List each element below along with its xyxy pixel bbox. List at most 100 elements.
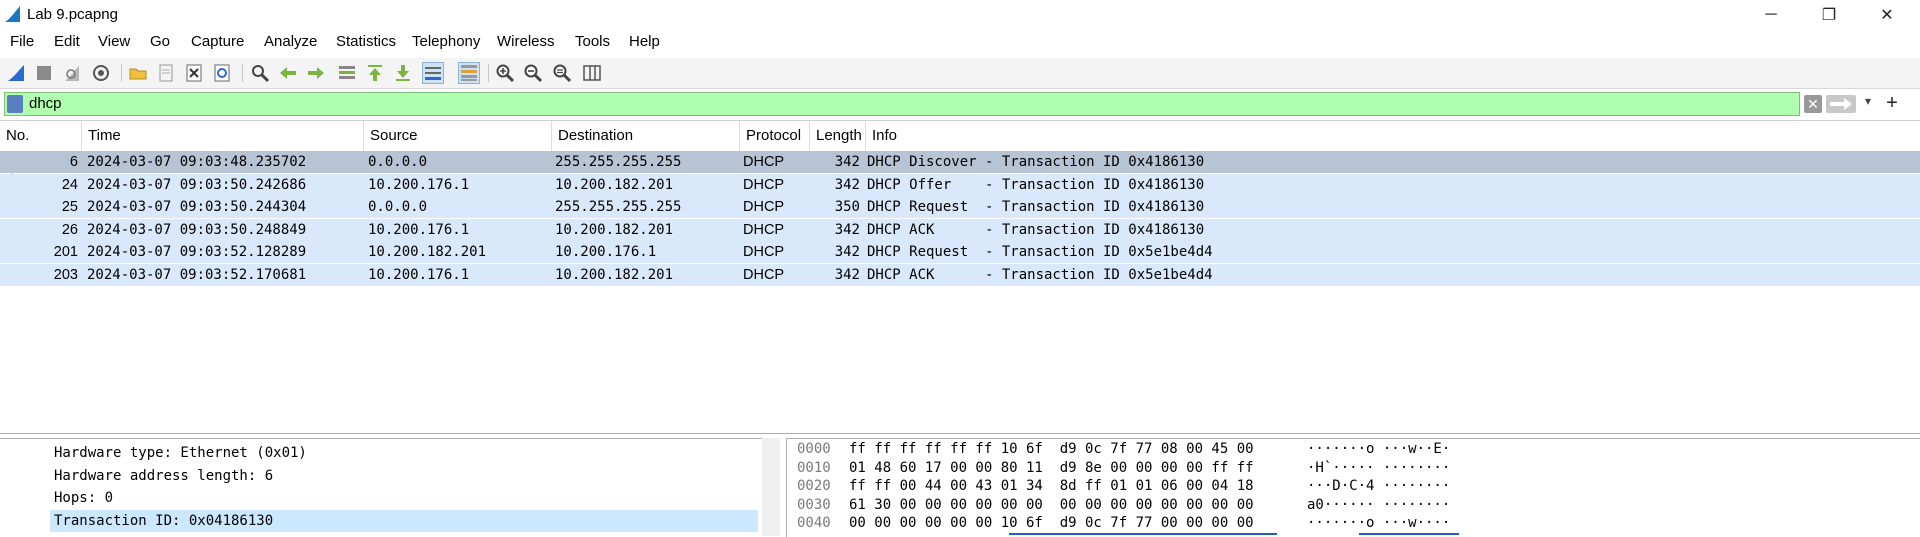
close-file-icon[interactable] bbox=[183, 62, 205, 84]
detail-field[interactable]: Hops: 0 bbox=[54, 487, 113, 509]
cell-info: DHCP ACK - Transaction ID 0x4186130 bbox=[867, 221, 1205, 238]
cell-destination: 255.255.255.255 bbox=[555, 154, 682, 170]
cell-time: 2024-03-07 09:03:52.128289 bbox=[87, 244, 307, 261]
cell-info: DHCP Discover - Transaction ID 0x4186130 bbox=[867, 154, 1205, 170]
reload-file-icon[interactable] bbox=[211, 62, 233, 84]
cell-info: DHCP Offer - Transaction ID 0x4186130 bbox=[867, 176, 1205, 193]
zoom-in-icon[interactable] bbox=[494, 62, 516, 84]
column-header-no[interactable]: No. bbox=[0, 121, 82, 151]
packet-row[interactable]: 203 2024-03-07 09:03:52.170681 10.200.176.… bbox=[0, 264, 1920, 286]
cell-source: 10.200.176.1 bbox=[368, 221, 470, 238]
menu-help[interactable]: Help bbox=[629, 33, 660, 50]
menu-bar: File Edit View Go Capture Analyze Statis… bbox=[0, 30, 1920, 56]
restore-button[interactable]: ❐ bbox=[1800, 0, 1858, 30]
cell-info: DHCP ACK - Transaction ID 0x5e1be4d4 bbox=[867, 267, 1213, 283]
menu-go[interactable]: Go bbox=[150, 33, 170, 50]
cell-length: 342 bbox=[834, 267, 860, 283]
cell-source: 10.200.176.1 bbox=[368, 267, 470, 283]
packet-row[interactable]: 201 2024-03-07 09:03:52.128289 10.200.182.… bbox=[0, 241, 1920, 264]
column-header-length[interactable]: Length bbox=[810, 121, 866, 151]
cell-destination: 10.200.176.1 bbox=[555, 244, 657, 261]
toolbar-separator bbox=[488, 64, 489, 82]
close-window-button[interactable]: ✕ bbox=[1858, 0, 1916, 30]
autoscroll-icon[interactable] bbox=[422, 62, 444, 84]
open-file-icon[interactable] bbox=[127, 62, 149, 84]
filter-apply-button[interactable] bbox=[1826, 95, 1856, 113]
zoom-out-icon[interactable] bbox=[522, 62, 544, 84]
display-filter-input[interactable] bbox=[29, 95, 1729, 112]
cell-destination: 10.200.182.201 bbox=[555, 176, 674, 193]
toolbar-separator bbox=[242, 64, 243, 82]
go-back-icon[interactable] bbox=[277, 62, 299, 84]
cell-length: 342 bbox=[834, 221, 860, 238]
wireshark-fin-icon bbox=[5, 6, 20, 22]
menu-view[interactable]: View bbox=[98, 33, 130, 50]
main-toolbar bbox=[0, 58, 1920, 89]
cell-length: 342 bbox=[834, 176, 860, 193]
cell-length: 350 bbox=[834, 199, 860, 216]
cell-no: 201 bbox=[53, 244, 78, 261]
cell-source: 10.200.176.1 bbox=[368, 176, 470, 193]
menu-capture[interactable]: Capture bbox=[191, 33, 244, 50]
packet-row[interactable]: 26 2024-03-07 09:03:50.248849 10.200.176.1… bbox=[0, 218, 1920, 241]
menu-analyze[interactable]: Analyze bbox=[264, 33, 317, 50]
column-header-protocol[interactable]: Protocol bbox=[740, 121, 810, 151]
cell-destination: 255.255.255.255 bbox=[555, 199, 682, 216]
packet-list: No. Time Source Destination Protocol Len… bbox=[0, 120, 1920, 434]
cell-info: DHCP Request - Transaction ID 0x5e1be4d4 bbox=[867, 244, 1213, 261]
resize-columns-icon[interactable] bbox=[581, 62, 603, 84]
menu-edit[interactable]: Edit bbox=[54, 33, 80, 50]
start-capture-icon[interactable] bbox=[5, 62, 27, 84]
add-filter-button[interactable]: + bbox=[1882, 92, 1902, 114]
minimize-button[interactable]: ─ bbox=[1742, 0, 1800, 30]
save-file-icon[interactable] bbox=[155, 62, 177, 84]
cell-length: 342 bbox=[834, 244, 860, 261]
column-header-time[interactable]: Time bbox=[82, 121, 364, 151]
detail-field[interactable]: Hardware type: Ethernet (0x01) bbox=[54, 442, 307, 464]
go-first-icon[interactable] bbox=[364, 62, 386, 84]
cell-no: 26 bbox=[61, 221, 78, 238]
packet-bytes-pane: 0000 ff ff ff ff ff ff 10 6f d9 0c 7f 77 … bbox=[786, 438, 1920, 537]
packet-list-header: No. Time Source Destination Protocol Len… bbox=[0, 121, 1920, 152]
details-scrollbar[interactable] bbox=[762, 438, 780, 536]
packet-row[interactable]: 25 2024-03-07 09:03:50.244304 0.0.0.0 255.2… bbox=[0, 196, 1920, 219]
go-last-icon[interactable] bbox=[392, 62, 414, 84]
cell-time: 2024-03-07 09:03:52.170681 bbox=[87, 267, 307, 283]
filter-history-dropdown[interactable]: ▾ bbox=[1860, 94, 1876, 114]
column-header-source[interactable]: Source bbox=[364, 121, 552, 151]
cell-time: 2024-03-07 09:03:50.248849 bbox=[87, 221, 307, 238]
column-header-info[interactable]: Info bbox=[866, 121, 1920, 151]
cell-protocol: DHCP bbox=[743, 199, 785, 216]
cell-length: 342 bbox=[834, 154, 860, 170]
menu-wireless[interactable]: Wireless bbox=[497, 33, 555, 50]
packet-details-pane: Hardware type: Ethernet (0x01) Hardware a… bbox=[0, 438, 780, 537]
cell-no: 24 bbox=[61, 176, 78, 193]
packet-row[interactable]: 24 2024-03-07 09:03:50.242686 10.200.176.1… bbox=[0, 173, 1920, 196]
packet-row[interactable]: 6 2024-03-07 09:03:48.235702 0.0.0.0 255.25… bbox=[0, 151, 1920, 173]
filter-bookmark-icon[interactable] bbox=[7, 95, 23, 113]
menu-telephony[interactable]: Telephony bbox=[412, 33, 480, 50]
zoom-reset-icon[interactable] bbox=[551, 62, 573, 84]
toolbar-separator bbox=[121, 64, 122, 82]
restart-capture-icon[interactable] bbox=[61, 62, 83, 84]
detail-field[interactable]: Transaction ID: 0x04186130 bbox=[50, 509, 758, 532]
hex-selection-underline bbox=[1009, 533, 1277, 535]
cell-time: 2024-03-07 09:03:50.242686 bbox=[87, 176, 307, 193]
capture-options-icon[interactable] bbox=[90, 62, 112, 84]
detail-field[interactable]: Hardware address length: 6 bbox=[54, 465, 273, 487]
column-header-destination[interactable]: Destination bbox=[552, 121, 740, 151]
menu-tools[interactable]: Tools bbox=[575, 33, 610, 50]
cell-source: 0.0.0.0 bbox=[368, 154, 428, 170]
cell-no: 6 bbox=[69, 154, 78, 170]
find-packet-icon[interactable] bbox=[249, 62, 271, 84]
filter-clear-button[interactable]: ✕ bbox=[1804, 95, 1822, 113]
go-to-packet-icon[interactable] bbox=[336, 62, 358, 84]
menu-file[interactable]: File bbox=[10, 33, 34, 50]
colorize-icon[interactable] bbox=[458, 62, 480, 84]
go-forward-icon[interactable] bbox=[305, 62, 327, 84]
cell-protocol: DHCP bbox=[743, 154, 785, 170]
stop-capture-icon[interactable] bbox=[33, 62, 55, 84]
cell-destination: 10.200.182.201 bbox=[555, 267, 674, 283]
menu-statistics[interactable]: Statistics bbox=[336, 33, 396, 50]
cell-info: DHCP Request - Transaction ID 0x4186130 bbox=[867, 199, 1205, 216]
